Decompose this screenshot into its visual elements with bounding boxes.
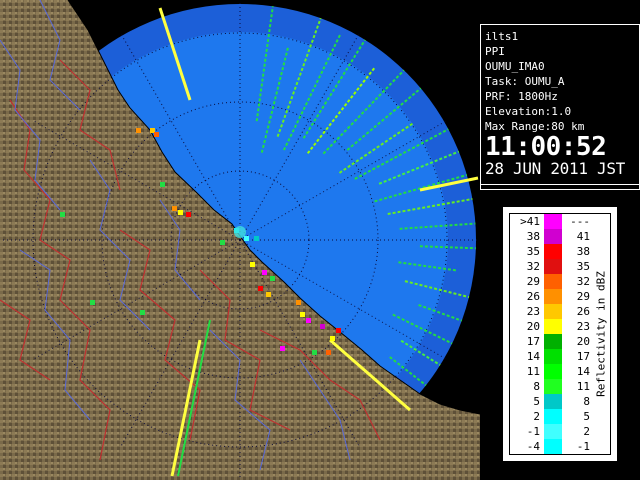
legend-low-value: 32 [526, 260, 540, 273]
legend-color-swatch [544, 409, 562, 424]
echo-cell [250, 262, 255, 267]
legend-high-value: -1 [576, 440, 590, 453]
legend-color-swatch [544, 229, 562, 244]
legend-color-swatch [544, 334, 562, 349]
legend-color-swatch [544, 424, 562, 439]
observation-time: 11:00:52 [485, 132, 607, 162]
task-label: Task: OUMU_A [485, 75, 565, 88]
legend-color-swatch [544, 439, 562, 454]
radar-site-marker [234, 226, 246, 238]
legend-low-value: 11 [526, 365, 540, 378]
echo-cell [262, 270, 267, 275]
echo-cell [306, 318, 311, 323]
legend-color-swatch [544, 274, 562, 289]
prf-label: PRF: 1800Hz [485, 90, 558, 103]
echo-cell [136, 128, 141, 133]
legend-low-value: -1 [526, 425, 540, 438]
echo-cell [296, 300, 301, 305]
legend-high-value: 17 [576, 350, 590, 363]
legend-low-value: 2 [533, 410, 540, 423]
legend-color-swatch [544, 379, 562, 394]
observation-date: 28 JUN 2011 JST [485, 159, 625, 178]
info-panel: ilts1 PPI OUMU_IMA0 Task: OUMU_A PRF: 18… [480, 24, 640, 190]
date-underline [481, 184, 639, 185]
legend-high-value: 32 [576, 275, 590, 288]
legend-frame: >41 --- 38 41 35 38 32 35 29 32 26 29 23 26 20 23 17 20 14… [509, 213, 611, 455]
legend-color-swatch [544, 394, 562, 409]
legend-color-swatch [544, 319, 562, 334]
legend-high-value: --- [570, 215, 590, 228]
echo-cell [312, 350, 317, 355]
echo-cell [320, 324, 325, 329]
legend-color-swatch [544, 289, 562, 304]
echo-cell [254, 236, 259, 241]
echo-cell [90, 300, 95, 305]
legend-low-value: -4 [526, 440, 540, 453]
echo-cell [172, 206, 177, 211]
scan-mode-label: PPI [485, 45, 505, 58]
legend-low-value: 17 [526, 335, 540, 348]
legend-high-value: 41 [576, 230, 590, 243]
echo-cell [326, 350, 331, 355]
legend-high-value: 29 [576, 290, 590, 303]
legend-low-value: 20 [526, 320, 540, 333]
legend-low-value: 29 [526, 275, 540, 288]
legend-low-value: 23 [526, 305, 540, 318]
legend-color-swatch [544, 349, 562, 364]
legend-low-value: 35 [526, 245, 540, 258]
echo-cell [266, 292, 271, 297]
echo-cell [186, 212, 191, 217]
legend-high-value: 8 [583, 395, 590, 408]
legend-color-swatch [544, 364, 562, 379]
legend-color-swatch [544, 304, 562, 319]
echo-cell [258, 286, 263, 291]
radar-ppi-display [0, 0, 480, 480]
legend-high-value: 2 [583, 425, 590, 438]
echo-cell [336, 328, 341, 333]
legend-high-value: 26 [576, 305, 590, 318]
echo-cell [140, 310, 145, 315]
legend-color-swatch [544, 244, 562, 259]
legend-caption: Reflectivity in dBZ [590, 214, 612, 454]
elevation-label: Elevation:1.0 [485, 105, 572, 118]
legend-high-value: 38 [576, 245, 590, 258]
echo-cell [330, 336, 335, 341]
legend-caption-text: Reflectivity in dBZ [594, 271, 608, 397]
legend-low-value: >41 [520, 215, 540, 228]
echo-cell [280, 346, 285, 351]
legend-high-value: 11 [576, 380, 590, 393]
legend-color-swatch [544, 214, 562, 229]
radar-image [0, 0, 480, 480]
station-label: ilts1 [485, 30, 519, 43]
legend-high-value: 35 [576, 260, 590, 273]
site-label: OUMU_IMA0 [485, 60, 545, 73]
echo-cell [178, 210, 183, 215]
legend-color-swatch [544, 259, 562, 274]
echo-cell [160, 182, 165, 187]
legend-high-value: 23 [576, 320, 590, 333]
legend-high-value: 20 [576, 335, 590, 348]
legend-low-value: 38 [526, 230, 540, 243]
legend-low-value: 14 [526, 350, 540, 363]
echo-cell [220, 240, 225, 245]
legend-low-value: 26 [526, 290, 540, 303]
legend-high-value: 5 [583, 410, 590, 423]
reflectivity-legend: >41 --- 38 41 35 38 32 35 29 32 26 29 23 26 20 23 17 20 14… [502, 206, 618, 462]
echo-cell [154, 132, 159, 137]
legend-low-value: 5 [533, 395, 540, 408]
legend-low-value: 8 [533, 380, 540, 393]
echo-cell [270, 276, 275, 281]
echo-cell [60, 212, 65, 217]
legend-high-value: 14 [576, 365, 590, 378]
echo-cell [244, 236, 249, 241]
echo-cell [300, 312, 305, 317]
